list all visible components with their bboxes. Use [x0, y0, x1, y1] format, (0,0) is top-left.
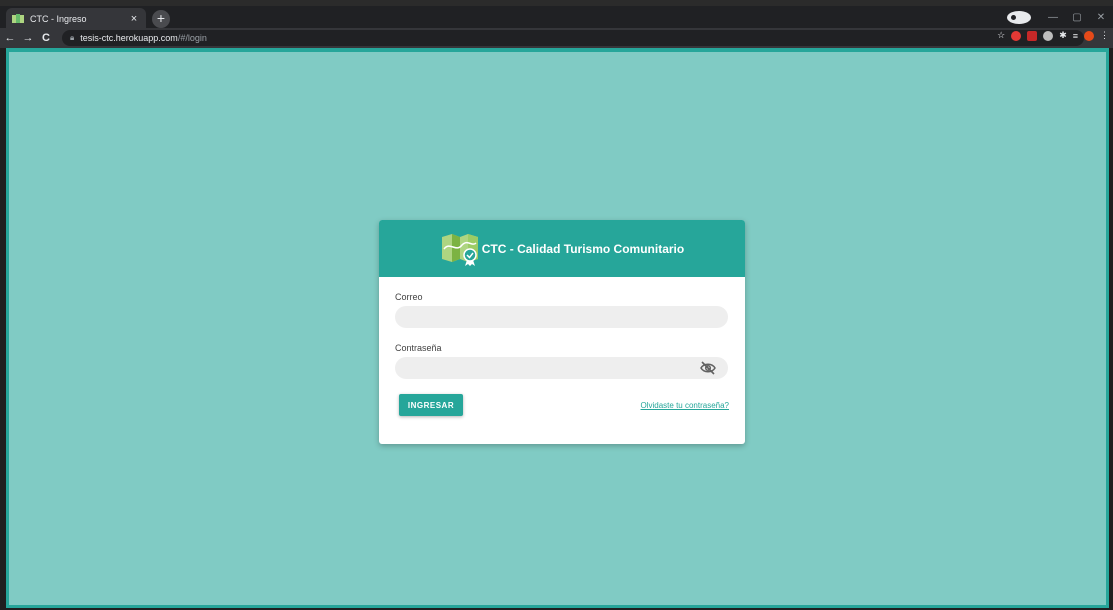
login-button[interactable]: INGRESAR	[399, 394, 463, 416]
window-controls: — ▢ ✕	[1007, 6, 1113, 28]
reload-icon[interactable]: C	[38, 32, 54, 44]
adblock-extension-icon[interactable]	[1011, 30, 1022, 41]
email-field[interactable]	[395, 306, 728, 328]
password-field-wrapper	[395, 357, 728, 379]
lock-icon[interactable]: 🔒︎	[70, 33, 74, 43]
eye-off-icon[interactable]	[700, 361, 716, 375]
url-path: /#/login	[177, 33, 207, 43]
url-host: tesis-ctc.herokuapp.com	[80, 33, 178, 43]
form-actions: INGRESAR Olvidaste tu contraseña?	[395, 394, 729, 416]
restore-icon[interactable]: ▢	[1065, 12, 1089, 23]
circle-extension-icon[interactable]	[1043, 30, 1054, 41]
email-label: Correo	[395, 292, 423, 302]
password-label: Contraseña	[395, 343, 442, 353]
back-icon[interactable]: ←	[2, 32, 18, 44]
login-card: CTC - Calidad Turismo Comunitario Correo…	[379, 220, 745, 444]
browser-tab[interactable]: CTC - Ingreso ×	[6, 8, 146, 30]
extension-icons: ☆ ✱ ≡ ⋮	[997, 30, 1109, 41]
new-tab-button[interactable]: +	[152, 10, 170, 28]
email-field-wrapper	[395, 306, 728, 328]
address-bar[interactable]: 🔒︎ tesis-ctc.herokuapp.com /#/login	[62, 30, 1084, 46]
tp-extension-icon[interactable]	[1027, 30, 1038, 41]
star-icon[interactable]: ☆	[997, 30, 1005, 41]
favicon-map-icon	[12, 14, 24, 23]
profile-icon[interactable]	[1007, 10, 1031, 24]
map-badge-logo-icon	[441, 233, 478, 266]
forward-icon[interactable]: →	[20, 32, 36, 44]
login-form: Correo Contraseña INGRESAR Olvidaste tu …	[379, 277, 745, 416]
browser-window: CTC - Ingreso × + — ▢ ✕ ← → C 🔒︎ tesis-c…	[0, 0, 1113, 610]
close-icon[interactable]: ×	[128, 13, 140, 25]
card-header: CTC - Calidad Turismo Comunitario	[379, 220, 745, 277]
page-viewport: CTC - Calidad Turismo Comunitario Correo…	[6, 48, 1109, 608]
browser-toolbar: ← → C 🔒︎ tesis-ctc.herokuapp.com /#/logi…	[0, 28, 1113, 48]
close-window-icon[interactable]: ✕	[1089, 12, 1113, 23]
extensions-icon[interactable]: ✱	[1059, 30, 1067, 41]
menu-icon[interactable]: ⋮	[1100, 30, 1109, 41]
card-title: CTC - Calidad Turismo Comunitario	[481, 241, 685, 256]
tab-strip: CTC - Ingreso × + — ▢ ✕	[0, 0, 1113, 30]
forgot-password-link[interactable]: Olvidaste tu contraseña?	[641, 401, 730, 410]
reading-list-icon[interactable]: ≡	[1073, 31, 1078, 41]
minimize-icon[interactable]: —	[1041, 12, 1065, 23]
avatar[interactable]	[1084, 30, 1094, 41]
password-field[interactable]	[395, 357, 728, 379]
tab-title: CTC - Ingreso	[30, 14, 87, 24]
